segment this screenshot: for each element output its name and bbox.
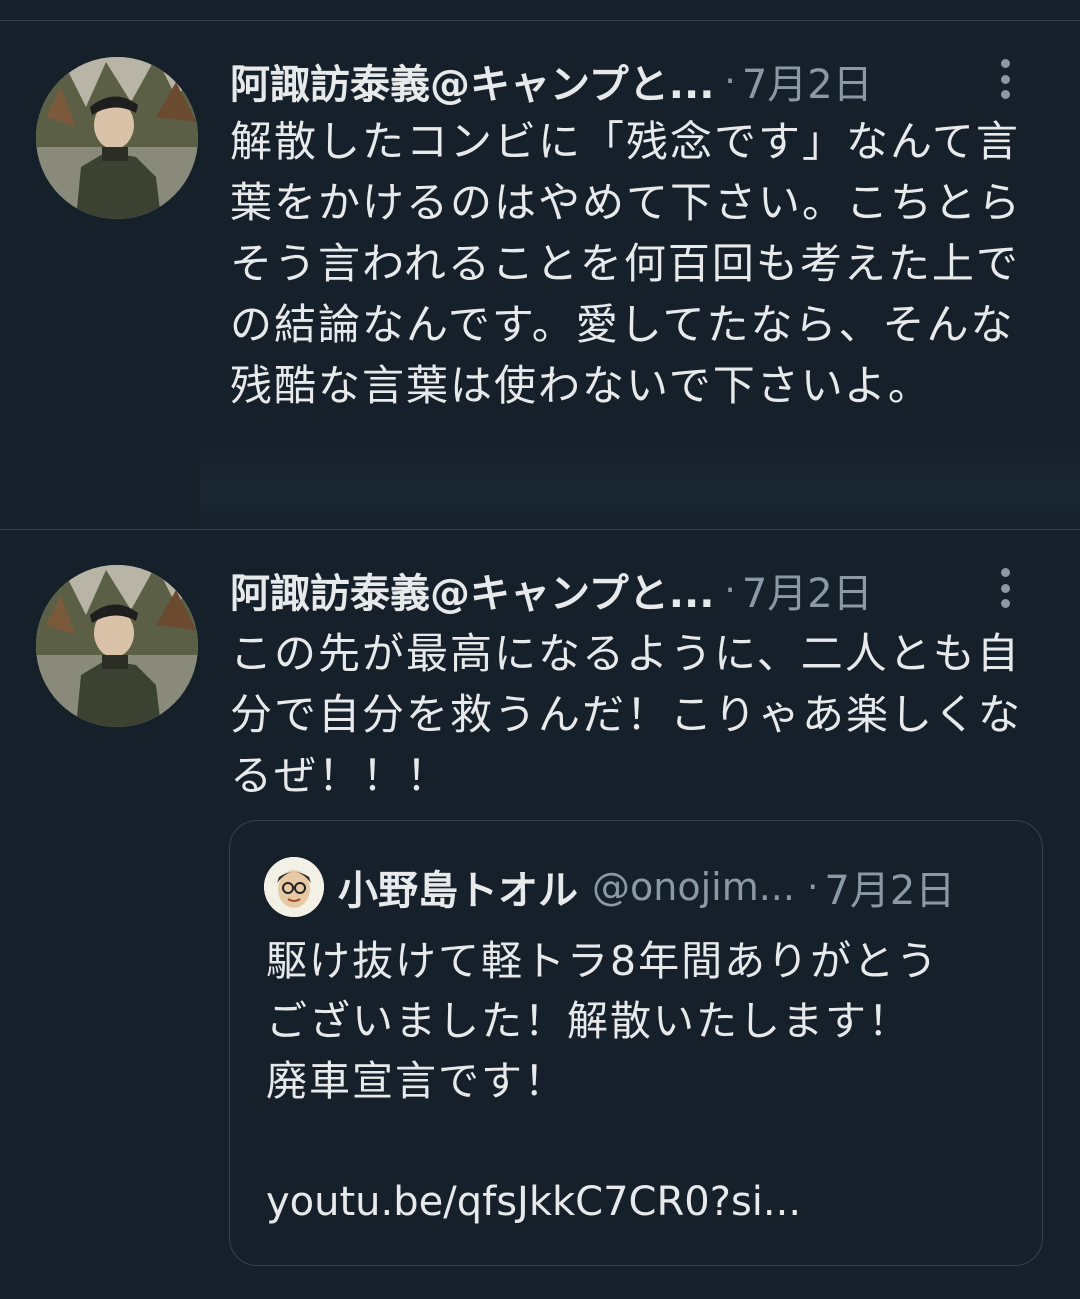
quoted-author-avatar (264, 857, 324, 917)
quoted-tweet-header: 小野島トオル @onojim... · 7月2日 (264, 857, 955, 917)
quoted-tweet-link[interactable]: youtu.be/qfsJkkC7CR0?si... (266, 1179, 801, 1225)
separator-dot: · (806, 866, 819, 908)
quoted-tweet-text: 駆け抜けて軽トラ8年間ありがとう ございました！解散いたします！ 廃車宣言です！ (266, 931, 1026, 1111)
quoted-tweet[interactable]: 小野島トオル @onojim... · 7月2日 駆け抜けて軽トラ8年間ありがと… (229, 820, 1043, 1266)
author-avatar[interactable] (36, 57, 198, 219)
tweet-date[interactable]: 7月2日 (742, 561, 873, 619)
tweet-date[interactable]: 7月2日 (742, 52, 873, 110)
separator-dot: · (724, 569, 736, 611)
tweet[interactable]: 阿諏訪泰義@キャンプと... · 7月2日 解散したコンビに「残念です」なんて言… (0, 21, 1080, 531)
tweet-text: 解散したコンビに「残念です」なんて言葉をかけるのはやめて下さい。こちとらそう言わ… (230, 117, 1023, 410)
author-avatar[interactable] (36, 565, 198, 727)
quoted-text-line: 廃車宣言です！ (266, 1057, 567, 1105)
separator-dot: · (724, 60, 736, 102)
quoted-tweet-date: 7月2日 (824, 868, 956, 914)
tweet-text: この先が最高になるように、二人とも自分で自分を救うんだ！こりゃあ楽しくなるぜ！！… (230, 629, 1023, 800)
quoted-author-name: 小野島トオル (338, 868, 578, 914)
author-name[interactable]: 阿諏訪泰義@キャンプと... (230, 561, 714, 619)
more-vertical-icon[interactable] (1000, 568, 1010, 608)
tweet-header: 阿諏訪泰義@キャンプと... · 7月2日 (230, 560, 1060, 620)
author-name[interactable]: 阿諏訪泰義@キャンプと... (230, 52, 714, 110)
more-vertical-icon[interactable] (1000, 59, 1010, 99)
tweet[interactable]: 阿諏訪泰義@キャンプと... · 7月2日 この先が最高になるように、二人とも自… (0, 530, 1080, 1299)
quoted-author-handle: @onojim... (592, 865, 795, 909)
quoted-text-line: ございました！解散いたします！ (266, 997, 911, 1045)
tweet-header: 阿諏訪泰義@キャンプと... · 7月2日 (230, 51, 1060, 111)
quoted-text-line: 駆け抜けて軽トラ8年間ありがとう (266, 937, 940, 985)
media-preview (200, 441, 1080, 531)
